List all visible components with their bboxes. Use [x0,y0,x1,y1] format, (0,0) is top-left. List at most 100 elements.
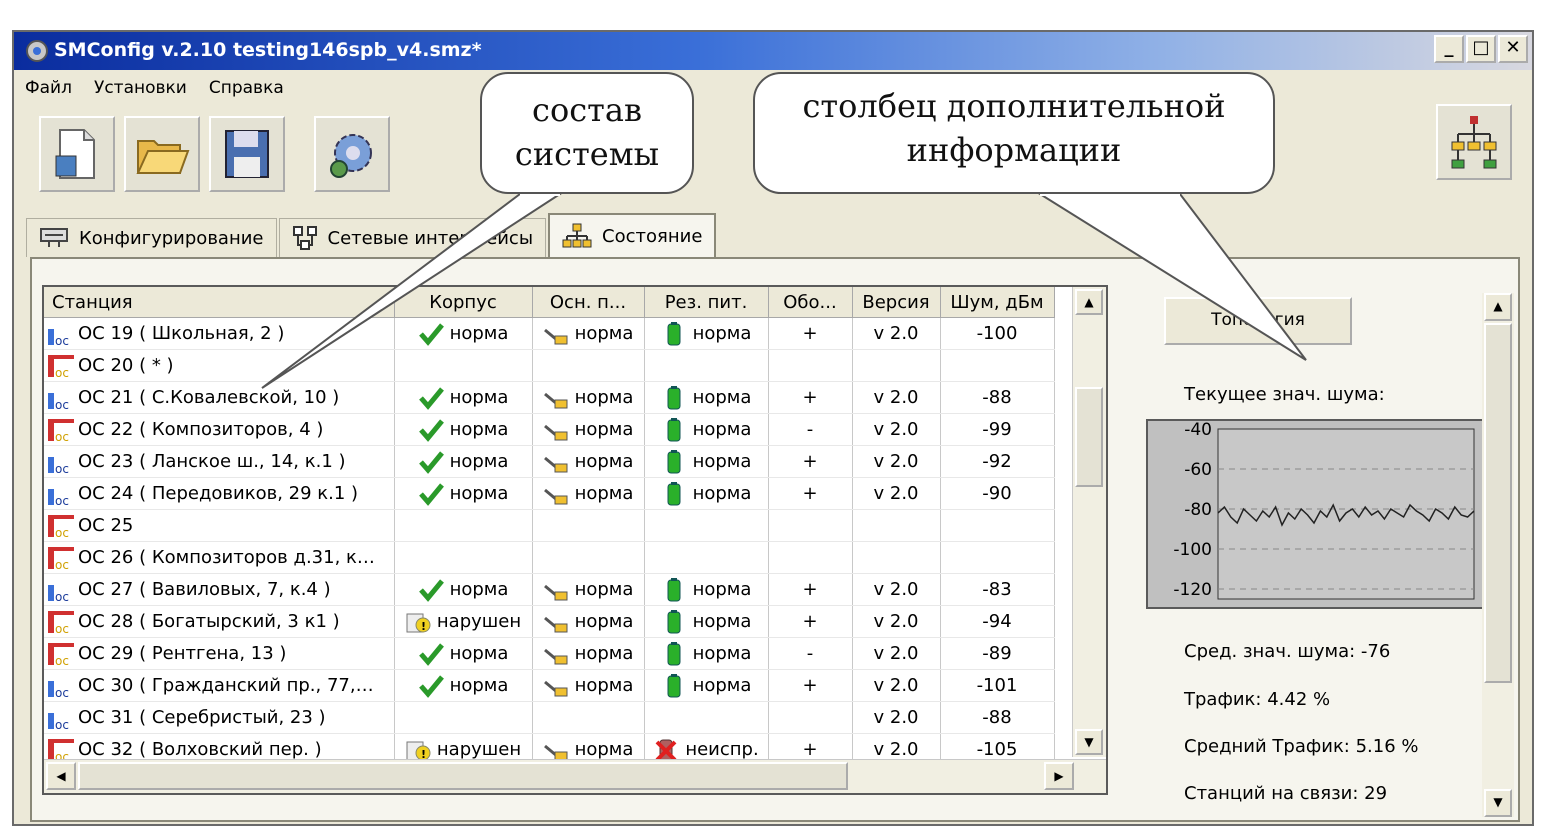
cell-equipment [768,349,853,382]
reserve-power-status: норма [692,322,752,344]
table-row[interactable]: oc ОС 30 ( Гражданский пр., 77,… норма норм… [44,669,1055,702]
tab-configuration[interactable]: Конфигурирование [26,218,277,257]
table-row[interactable]: oc ОС 25 [44,509,1055,542]
table-row[interactable]: oc ОС 28 ( Богатырский, 3 к1 )! нарушен нор… [44,605,1055,638]
svg-text:oc: oc [55,654,69,667]
menu-settings[interactable]: Установки [83,72,198,102]
column-header-main-power[interactable]: Осн. п... [532,287,645,318]
scroll-down-icon[interactable]: ▼ [1075,729,1103,755]
topology-tool-button[interactable] [1436,104,1512,180]
table-row[interactable]: oc ОС 29 ( Рентгена, 13 ) норма норма норма -… [44,637,1055,670]
cell-version: v 2.0 [852,573,941,606]
table-row[interactable]: oc ОС 24 ( Передовиков, 29 к.1 ) норма норм… [44,477,1055,510]
reserve-power-status: норма [692,674,752,696]
topology-tree-icon [1451,116,1497,169]
open-button[interactable] [124,116,200,192]
svg-text:oc: oc [55,334,69,347]
scroll-thumb[interactable] [1075,387,1103,487]
cell-main-power [532,541,645,574]
side-vertical-scrollbar[interactable]: ▲ ▼ [1482,293,1514,817]
table-row[interactable]: oc ОС 31 ( Серебристый, 23 ) v 2.0 -88 [44,701,1055,734]
close-button[interactable]: ✕ [1498,35,1528,63]
column-header-noise[interactable]: Шум, дБм [940,287,1055,318]
column-header-case[interactable]: Корпус [394,287,533,318]
column-header-equipment[interactable]: Обо... [768,287,853,318]
cell-noise: -83 [940,573,1055,606]
battery-ok-icon [667,641,681,665]
cell-case: норма [394,669,533,702]
cell-reserve-power: норма [644,669,769,702]
table-row[interactable]: oc ОС 26 ( Композиторов д.31, к… [44,541,1055,574]
table-vertical-scrollbar[interactable]: ▲ ▼ [1072,287,1106,757]
cell-equipment: + [768,477,853,510]
side-scroll-down-icon[interactable]: ▼ [1484,789,1512,817]
battery-ok-icon [667,673,681,697]
scroll-right-icon[interactable]: ▶ [1044,762,1074,790]
main-power-status: норма [574,642,634,664]
column-header-station[interactable]: Станция [44,287,395,318]
table-row[interactable]: oc ОС 23 ( Ланское ш., 14, к.1 ) норма норм… [44,445,1055,478]
scroll-up-icon[interactable]: ▲ [1075,289,1103,315]
battery-ok-icon [667,417,681,441]
new-config-icon [55,129,95,179]
cell-case [394,701,533,734]
station-alarm-icon: oc [48,354,74,379]
title-bar[interactable]: SMConfig v.2.10 testing146spb_v4.smz* _ … [14,32,1532,70]
side-scroll-up-icon[interactable]: ▲ [1484,293,1512,321]
cell-noise [940,349,1055,382]
minimize-button[interactable]: _ [1434,35,1464,63]
power-plug-icon [543,648,568,664]
svg-text:oc: oc [55,430,69,443]
tab-network-interfaces[interactable]: Сетевые интерфейсы [278,218,547,257]
info-side-panel: Топология Текущее знач. шума: -40 -60 -80-… [1122,259,1502,819]
stations-grid: Станция Корпус Осн. п... Рез. пит. Обо..… [42,285,1108,795]
reserve-power-status: норма [692,386,752,408]
config-icon [40,228,68,247]
case-status: норма [449,578,509,600]
cell-case [394,509,533,542]
menu-help[interactable]: Справка [198,72,295,102]
cell-case [394,349,533,382]
table-row[interactable]: oc ОС 21 ( С.Ковалевской, 10 ) норма норма н… [44,381,1055,414]
cell-reserve-power: норма [644,605,769,638]
station-name: ОС 24 ( Передовиков, 29 к.1 ) [78,482,359,504]
cell-noise: -101 [940,669,1055,702]
table-row[interactable]: oc ОС 27 ( Вавиловых, 7, к.4 ) норма норма н… [44,573,1055,606]
cell-case: норма [394,445,533,478]
settings-button[interactable] [314,116,390,192]
cell-main-power: норма [532,381,645,414]
cell-reserve-power: норма [644,445,769,478]
station-name: ОС 28 ( Богатырский, 3 к1 ) [78,610,340,632]
column-header-reserve-power[interactable]: Рез. пит. [644,287,769,318]
table-row[interactable]: oc ОС 22 ( Композиторов, 4 ) норма норма нор… [44,413,1055,446]
case-status: нарушен [436,738,522,760]
status-panel: Станция Корпус Осн. п... Рез. пит. Обо..… [30,257,1520,822]
column-header-version[interactable]: Версия [852,287,941,318]
battery-ok-icon [667,321,681,345]
scroll-left-icon[interactable]: ◀ [46,762,76,790]
noise-chart-svg: -40 -60 -80 -100 -120 [1173,420,1475,600]
table-row[interactable]: oc ОС 19 ( Школьная, 2 ) норма норма норма + v… [44,317,1055,350]
station-alarm-icon: oc [48,546,74,571]
power-plug-icon [543,424,568,440]
station-name: ОС 21 ( С.Ковалевской, 10 ) [78,386,340,408]
cell-equipment: + [768,669,853,702]
table-horizontal-scrollbar[interactable]: ◀ ▶ [44,759,1106,793]
cell-reserve-power [644,509,769,542]
save-button[interactable] [209,116,285,192]
battery-ok-icon [667,385,681,409]
tab-configuration-label: Конфигурирование [79,227,264,249]
side-scroll-thumb[interactable] [1484,323,1512,683]
new-config-button[interactable] [39,116,115,192]
hscroll-thumb[interactable] [78,762,848,790]
check-icon [418,642,444,666]
tab-status[interactable]: Состояние [548,213,717,257]
menu-file[interactable]: Файл [14,72,83,102]
table-row[interactable]: oc ОС 20 ( * ) [44,349,1055,382]
stations-online-text: Станций на связи: 29 [1184,783,1388,804]
cell-station: oc ОС 26 ( Композиторов д.31, к… [44,541,395,574]
topology-button[interactable]: Топология [1164,297,1352,345]
tab-network-interfaces-label: Сетевые интерфейсы [327,227,534,249]
maximize-button[interactable]: □ [1466,35,1496,63]
main-power-status: норма [574,450,634,472]
